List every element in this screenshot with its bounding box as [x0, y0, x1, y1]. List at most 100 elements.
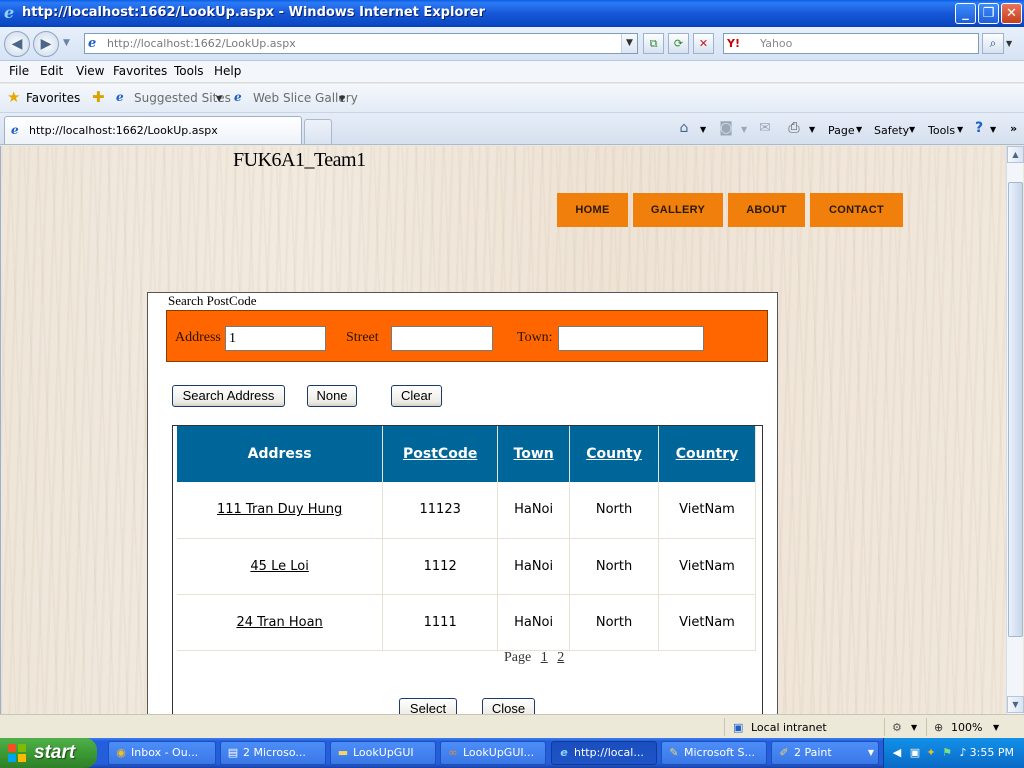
town-label: Town:: [517, 330, 553, 345]
feeds-icon[interactable]: ◙: [718, 120, 734, 136]
tab-page-icon: e: [11, 123, 19, 137]
nav-gallery[interactable]: GALLERY: [633, 193, 723, 227]
chevron-down-icon[interactable]: ▼: [700, 125, 706, 134]
nav-about[interactable]: ABOUT: [728, 193, 805, 227]
vertical-scrollbar[interactable]: ▲ ▼: [1006, 146, 1024, 714]
start-button[interactable]: start: [0, 738, 97, 768]
task-lookupgui-project[interactable]: ∞ LookUpGUI...: [440, 741, 546, 765]
tool-icon: ✎: [669, 746, 679, 759]
magnifier-icon: ⌕: [989, 36, 997, 50]
task-microsoft-word[interactable]: ▤ 2 Microso...: [220, 741, 326, 765]
home-icon[interactable]: ⌂: [676, 120, 692, 136]
column-header-postcode[interactable]: PostCode: [382, 426, 499, 482]
task-paint[interactable]: ✐ 2 Paint ▼: [771, 741, 879, 765]
back-button[interactable]: ◀: [4, 31, 30, 57]
address-field[interactable]: [225, 326, 326, 351]
chevron-down-icon[interactable]: ▼: [856, 125, 862, 134]
menu-favorites[interactable]: Favorites: [113, 64, 167, 78]
new-tab-button[interactable]: [304, 119, 332, 144]
chevron-down-icon[interactable]: ▼: [990, 125, 996, 134]
search-button[interactable]: ⌕: [982, 33, 1004, 54]
refresh-icon: ⟳: [673, 37, 684, 50]
postcode-cell: 11123: [382, 482, 499, 539]
chevron-down-icon[interactable]: ▼: [741, 125, 747, 134]
mail-icon[interactable]: ✉: [757, 120, 773, 136]
safety-menu[interactable]: Safety: [874, 124, 909, 137]
street-field[interactable]: [391, 326, 493, 351]
task-label: Inbox - Ou...: [131, 746, 199, 759]
clear-button[interactable]: Clear: [391, 385, 442, 407]
zoom-level[interactable]: 100%: [951, 721, 982, 734]
tray-app-icon[interactable]: ⚑: [940, 746, 954, 760]
select-button[interactable]: Select: [399, 698, 457, 714]
tools-menu[interactable]: Tools: [928, 124, 955, 137]
menu-help[interactable]: Help: [214, 64, 241, 78]
arrow-right-icon: ▶: [40, 36, 52, 52]
status-divider: [926, 718, 927, 736]
close-window-button[interactable]: ✕: [1001, 3, 1022, 24]
search-options-dropdown[interactable]: ▼: [1006, 33, 1018, 54]
column-header-town[interactable]: Town: [497, 426, 571, 482]
search-placeholder: Yahoo: [760, 37, 793, 50]
scroll-down-button[interactable]: ▼: [1007, 696, 1024, 713]
scroll-thumb[interactable]: [1008, 182, 1023, 637]
favorites-button[interactable]: Favorites: [26, 91, 80, 105]
menu-tools[interactable]: Tools: [174, 64, 204, 78]
menu-view[interactable]: View: [76, 64, 104, 78]
add-favorite-icon[interactable]: ✚: [92, 90, 105, 105]
network-icon[interactable]: ▣: [908, 746, 922, 760]
maximize-button[interactable]: ❐: [978, 3, 999, 24]
volume-icon[interactable]: ♪: [956, 746, 970, 760]
minimize-button[interactable]: _: [955, 3, 976, 24]
chevron-down-icon[interactable]: ▼: [216, 94, 222, 103]
address-link[interactable]: 45 Le Loi: [177, 538, 384, 595]
chevron-down-icon[interactable]: ▼: [809, 125, 815, 134]
stop-button[interactable]: ✕: [693, 33, 714, 54]
address-link[interactable]: 111 Tran Duy Hung: [177, 482, 384, 539]
help-icon[interactable]: ?: [971, 120, 987, 136]
results-grid-frame: Address PostCode Town County Country 111…: [172, 425, 763, 714]
scroll-up-button[interactable]: ▲: [1007, 146, 1024, 163]
menu-bar: File Edit View Favorites Tools Help: [0, 61, 1024, 83]
address-dropdown[interactable]: ▼: [621, 34, 637, 53]
tab-lookup[interactable]: e http://localhost:1662/LookUp.aspx: [4, 116, 302, 144]
town-field[interactable]: [558, 326, 704, 351]
print-icon[interactable]: ⎙: [786, 120, 802, 136]
recent-pages-dropdown[interactable]: ▼: [63, 38, 70, 48]
street-label: Street: [346, 330, 379, 345]
chevron-down-icon[interactable]: ▼: [909, 125, 915, 134]
menu-edit[interactable]: Edit: [40, 64, 63, 78]
none-button[interactable]: None: [307, 385, 357, 407]
search-address-button[interactable]: Search Address: [172, 385, 285, 407]
window-title-bar[interactable]: e http://localhost:1662/LookUp.aspx - Wi…: [0, 0, 1024, 27]
menu-file[interactable]: File: [9, 64, 29, 78]
nav-home[interactable]: HOME: [557, 193, 628, 227]
nav-contact[interactable]: CONTACT: [810, 193, 903, 227]
column-header-country[interactable]: Country: [658, 426, 756, 482]
chevron-down-icon[interactable]: ▼: [957, 125, 963, 134]
search-input[interactable]: Y! Yahoo: [723, 33, 979, 54]
address-input[interactable]: e http://localhost:1662/LookUp.aspx ▼: [84, 33, 638, 54]
tray-expand-icon[interactable]: ◀: [890, 746, 904, 760]
column-header-county[interactable]: County: [569, 426, 660, 482]
protected-mode-icon[interactable]: ⚙: [892, 721, 902, 734]
task-lookupgui-folder[interactable]: ▬ LookUpGUI: [330, 741, 436, 765]
close-button[interactable]: Close: [482, 698, 535, 714]
compatibility-view-button[interactable]: ⧉: [643, 33, 664, 54]
address-link[interactable]: 24 Tran Hoan: [177, 594, 384, 651]
browser-icon: ◉: [116, 746, 126, 759]
task-inbox[interactable]: ◉ Inbox - Ou...: [108, 741, 216, 765]
task-microsoft-sql[interactable]: ✎ Microsoft S...: [661, 741, 767, 765]
messenger-icon[interactable]: ✦: [924, 746, 938, 760]
site-title: FUK6A1_Team1: [233, 149, 366, 171]
refresh-button[interactable]: ⟳: [668, 33, 689, 54]
pager-link-1[interactable]: 1: [541, 650, 548, 665]
chevron-down-icon[interactable]: ▼: [911, 723, 917, 732]
forward-button[interactable]: ▶: [33, 31, 59, 57]
task-internet-explorer[interactable]: e http://local...: [551, 741, 657, 765]
more-commands-icon[interactable]: »: [1010, 122, 1017, 135]
pager-link-2[interactable]: 2: [557, 650, 564, 665]
chevron-down-icon[interactable]: ▼: [993, 723, 999, 732]
page-menu[interactable]: Page: [828, 124, 855, 137]
chevron-down-icon[interactable]: ▼: [339, 94, 345, 103]
